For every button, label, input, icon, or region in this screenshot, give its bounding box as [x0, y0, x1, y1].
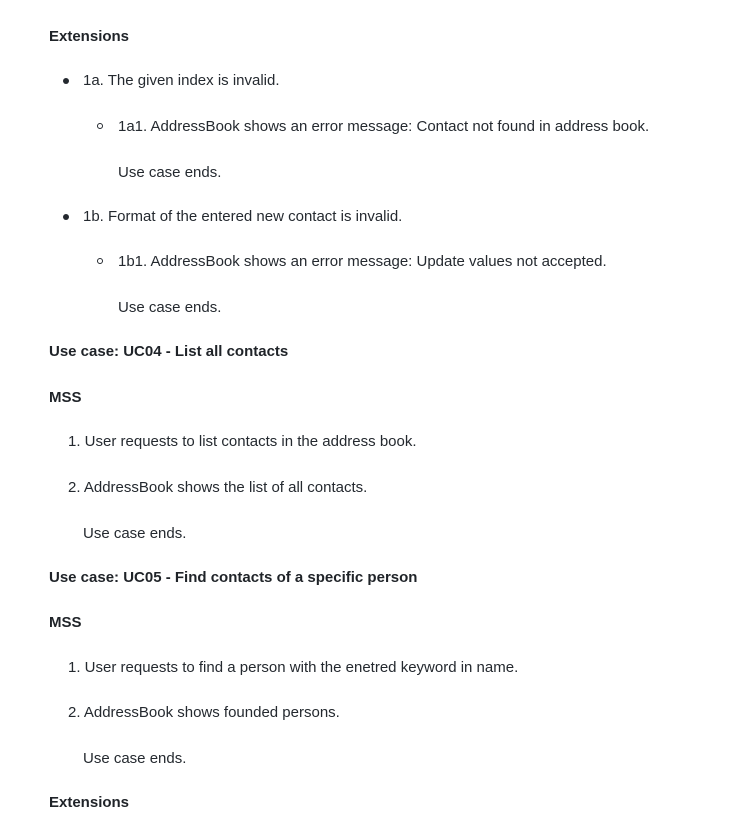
- bullet-disc-icon: [63, 78, 69, 84]
- uc04-step-1: 1. User requests to list contacts in the…: [68, 433, 417, 450]
- extension-subitem-1a1: 1a1. AddressBook shows an error message:…: [118, 118, 650, 135]
- uc04-step-2: 2. AddressBook shows the list of all con…: [68, 479, 368, 496]
- bullet-circle-icon: [97, 258, 103, 264]
- extension-subitem-1b1: 1b1. AddressBook shows an error message:…: [118, 253, 607, 270]
- use-case-ends-note: Use case ends.: [118, 299, 222, 316]
- uc05-use-case-ends: Use case ends.: [83, 750, 187, 767]
- uc04-mss-heading: MSS: [49, 389, 82, 406]
- extension-item-1b: 1b. Format of the entered new contact is…: [83, 208, 403, 225]
- uc05-extensions-heading: Extensions: [49, 794, 130, 811]
- bullet-circle-icon: [97, 123, 103, 129]
- uc04-use-case-ends: Use case ends.: [83, 525, 187, 542]
- uc04-title: Use case: UC04 - List all contacts: [49, 343, 289, 360]
- extensions-heading: Extensions: [49, 28, 130, 45]
- uc05-mss-heading: MSS: [49, 614, 82, 631]
- use-case-ends-note: Use case ends.: [118, 164, 222, 181]
- uc05-title: Use case: UC05 - Find contacts of a spec…: [49, 569, 418, 586]
- extension-item-1a: 1a. The given index is invalid.: [83, 72, 280, 89]
- uc05-step-2: 2. AddressBook shows founded persons.: [68, 704, 340, 721]
- uc05-step-1: 1. User requests to find a person with t…: [68, 659, 519, 676]
- bullet-disc-icon: [63, 214, 69, 220]
